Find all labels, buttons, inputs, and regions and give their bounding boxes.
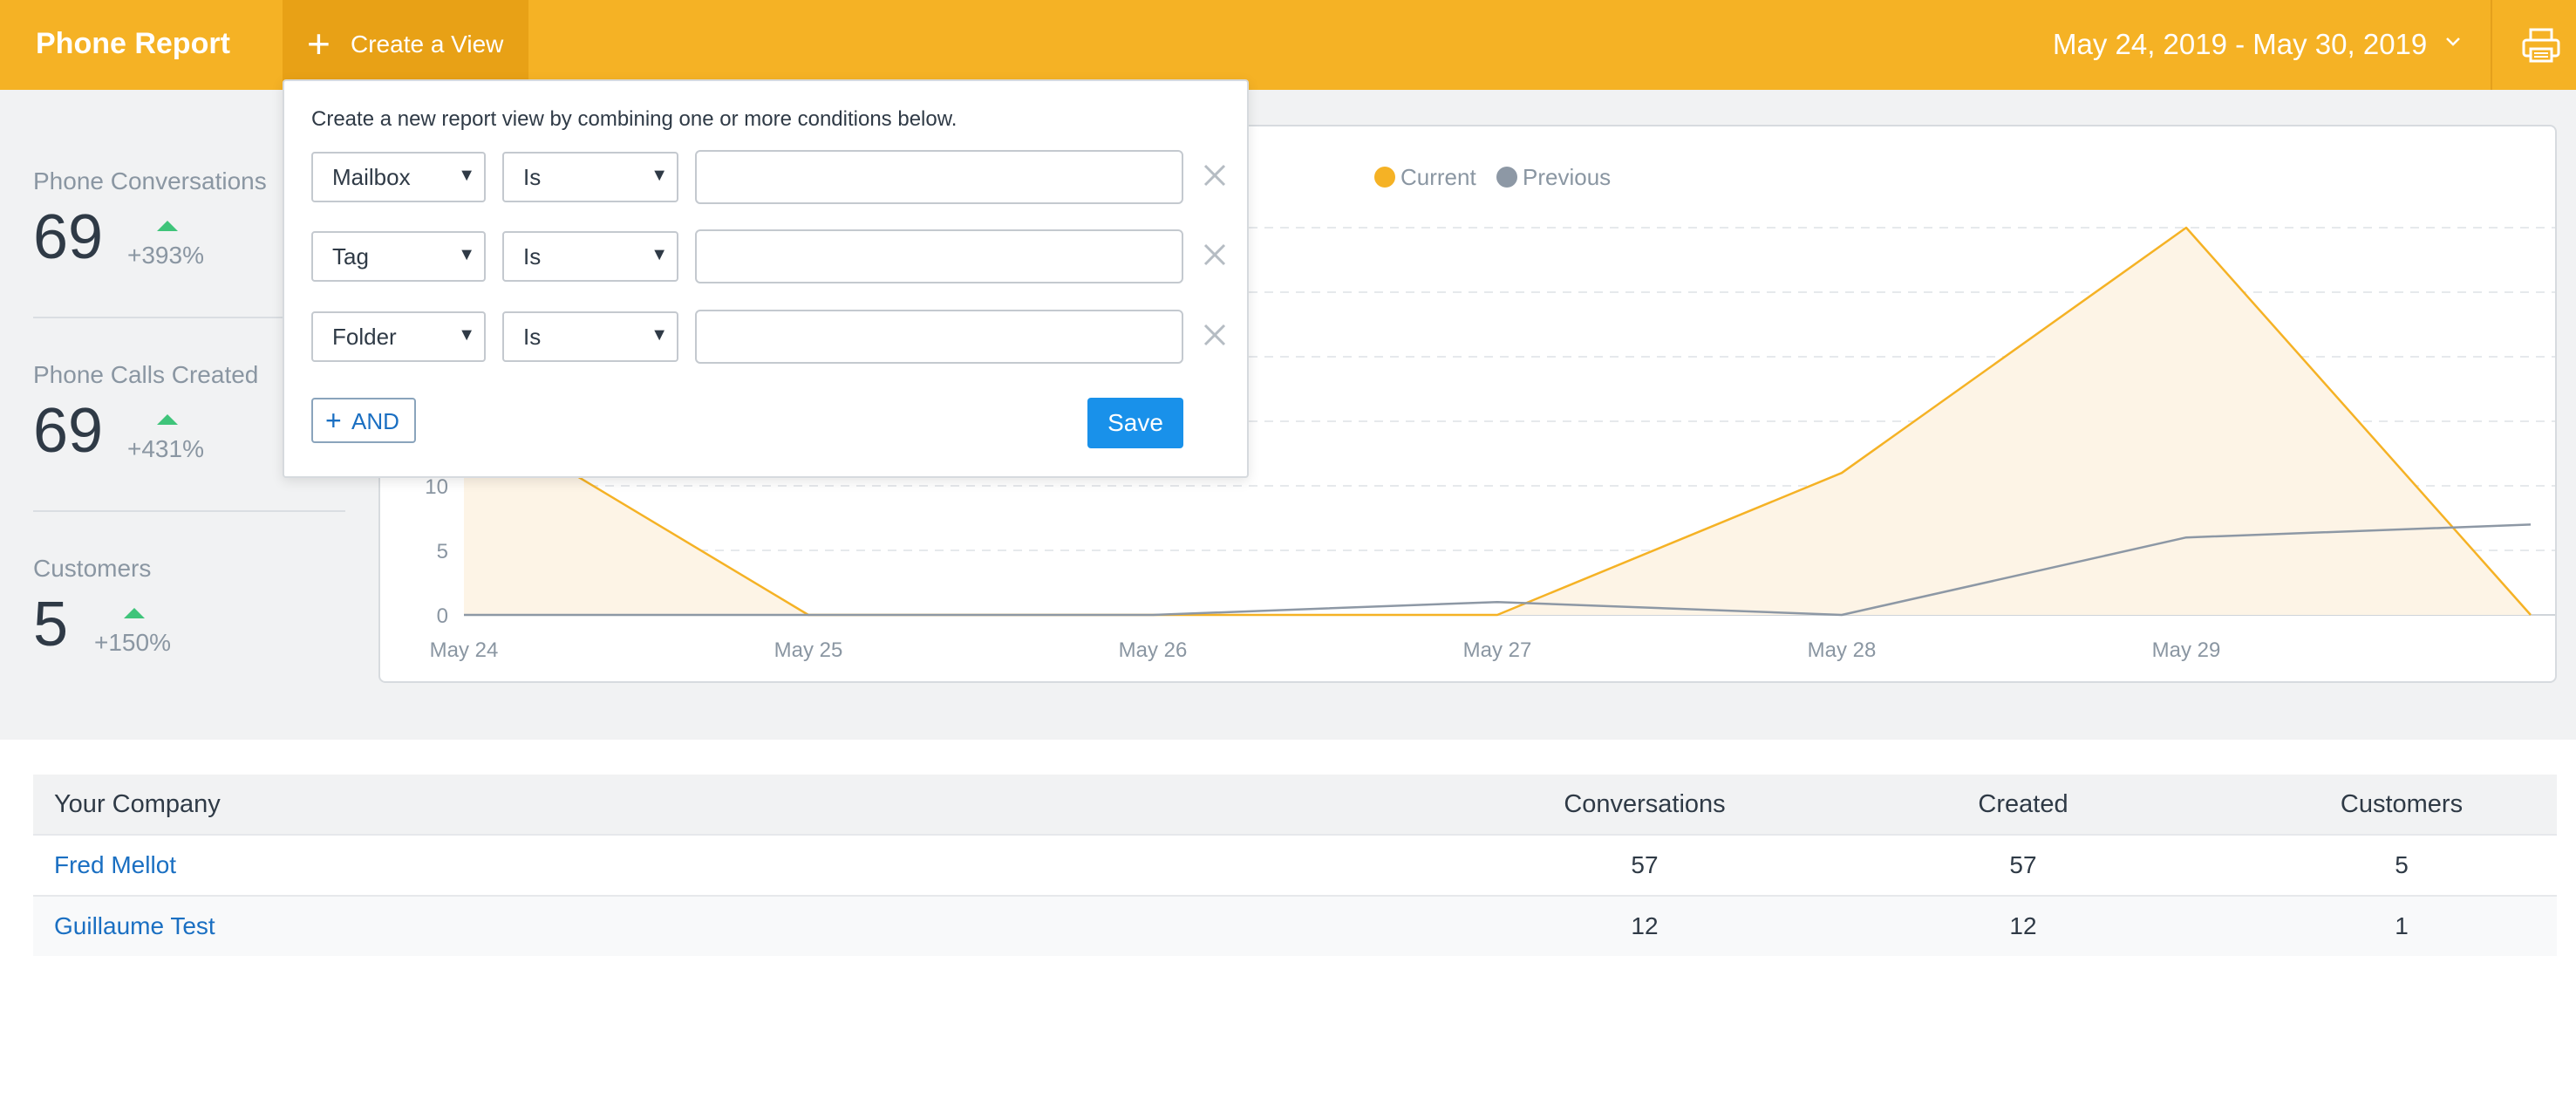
close-icon[interactable] [1202, 322, 1228, 348]
x-tick-label: May 24 [430, 638, 499, 662]
plus-icon: + [325, 405, 342, 436]
stat-change: +431% [127, 435, 204, 462]
row-conversations: 12 [1631, 912, 1659, 939]
stat-label: Phone Conversations [33, 167, 267, 195]
caret-down-icon: ▼ [458, 245, 475, 264]
column-header-conversations[interactable]: Conversations [1514, 775, 1775, 834]
row-customers: 5 [2395, 851, 2409, 878]
caret-down-icon: ▼ [651, 245, 668, 264]
table-row: Guillaume Test 12 12 1 [33, 895, 2557, 956]
select-value: Mailbox [332, 164, 411, 190]
x-tick-label: May 25 [774, 638, 843, 662]
caret-down-icon: ▼ [458, 325, 475, 345]
condition-field-select[interactable]: Tag ▼ [311, 231, 486, 282]
condition-operator-select[interactable]: Is ▼ [502, 231, 678, 282]
save-button[interactable]: Save [1087, 398, 1183, 448]
select-value: Is [523, 324, 542, 350]
plus-icon: + [307, 21, 331, 66]
create-view-button[interactable]: + Create a View [283, 0, 528, 81]
column-header-company: Your Company [54, 790, 221, 818]
x-tick-label: May 27 [1463, 638, 1532, 662]
and-label: AND [351, 408, 399, 434]
row-customers: 1 [2395, 912, 2409, 939]
y-tick-label: 10 [425, 475, 448, 499]
legend-item-current[interactable]: Current [1374, 158, 1514, 193]
top-bar: Phone Report + Create a View May 24, 201… [0, 0, 2576, 90]
select-value: Is [523, 164, 542, 190]
select-value: Folder [332, 324, 397, 350]
stat-value: 69 [33, 396, 104, 466]
caret-down-icon: ▼ [651, 166, 668, 185]
condition-operator-select[interactable]: Is ▼ [502, 152, 678, 202]
chevron-down-icon [2446, 38, 2460, 46]
condition-field-select[interactable]: Folder ▼ [311, 311, 486, 362]
close-icon[interactable] [1202, 162, 1228, 188]
stat-value: 69 [33, 202, 104, 272]
caret-down-icon: ▼ [458, 166, 475, 185]
stat-divider [33, 510, 345, 512]
column-header-created[interactable]: Created [1892, 775, 2154, 834]
x-tick-label: May 28 [1808, 638, 1877, 662]
column-header-customers[interactable]: Customers [2271, 775, 2532, 834]
stat-value: 5 [33, 590, 69, 659]
trend-up-icon [157, 221, 178, 231]
date-range-label: May 24, 2019 - May 30, 2019 [2053, 28, 2428, 60]
stat-change: +393% [127, 242, 204, 269]
select-value: Tag [332, 243, 369, 270]
x-tick-label: May 29 [2152, 638, 2221, 662]
caret-down-icon: ▼ [651, 325, 668, 345]
condition-operator-select[interactable]: Is ▼ [502, 311, 678, 362]
condition-value-input[interactable] [695, 310, 1183, 364]
x-tick-label: May 26 [1119, 638, 1188, 662]
row-created: 12 [2009, 912, 2037, 939]
create-view-popup: Create a new report view by combining on… [283, 79, 1249, 478]
y-tick-label: 0 [437, 604, 448, 628]
table-header: Your Company Conversations Created Custo… [33, 775, 2557, 834]
row-name-link[interactable]: Fred Mellot [54, 836, 176, 895]
row-conversations: 57 [1631, 851, 1659, 878]
date-range-picker[interactable]: May 24, 2019 - May 30, 2019 [2041, 23, 2468, 66]
legend-dot [1496, 167, 1517, 188]
stat-customers: Customers 5 +150% [33, 553, 345, 666]
trend-up-icon [124, 608, 145, 618]
create-view-label: Create a View [351, 31, 504, 58]
add-and-condition-button[interactable]: + AND [311, 398, 416, 443]
stat-change: +150% [94, 629, 171, 656]
legend-label: Previous [1523, 164, 1612, 190]
printer-icon[interactable] [2520, 24, 2562, 66]
legend-dot [1374, 167, 1395, 188]
close-icon[interactable] [1202, 242, 1228, 268]
condition-value-input[interactable] [695, 229, 1183, 283]
legend-item-previous[interactable]: Previous [1496, 158, 1645, 193]
select-value: Is [523, 243, 542, 270]
stat-label: Customers [33, 555, 152, 582]
trend-up-icon [157, 414, 178, 425]
legend-label: Current [1400, 164, 1476, 190]
row-created: 57 [2009, 851, 2037, 878]
page-title: Phone Report [36, 27, 230, 60]
y-tick-label: 5 [437, 540, 448, 563]
condition-value-input[interactable] [695, 150, 1183, 204]
table-row: Fred Mellot 57 57 5 [33, 834, 2557, 895]
header-divider [2491, 0, 2492, 90]
popup-description: Create a new report view by combining on… [311, 107, 957, 131]
stat-label: Phone Calls Created [33, 361, 259, 388]
row-name-link[interactable]: Guillaume Test [54, 897, 215, 956]
condition-field-select[interactable]: Mailbox ▼ [311, 152, 486, 202]
